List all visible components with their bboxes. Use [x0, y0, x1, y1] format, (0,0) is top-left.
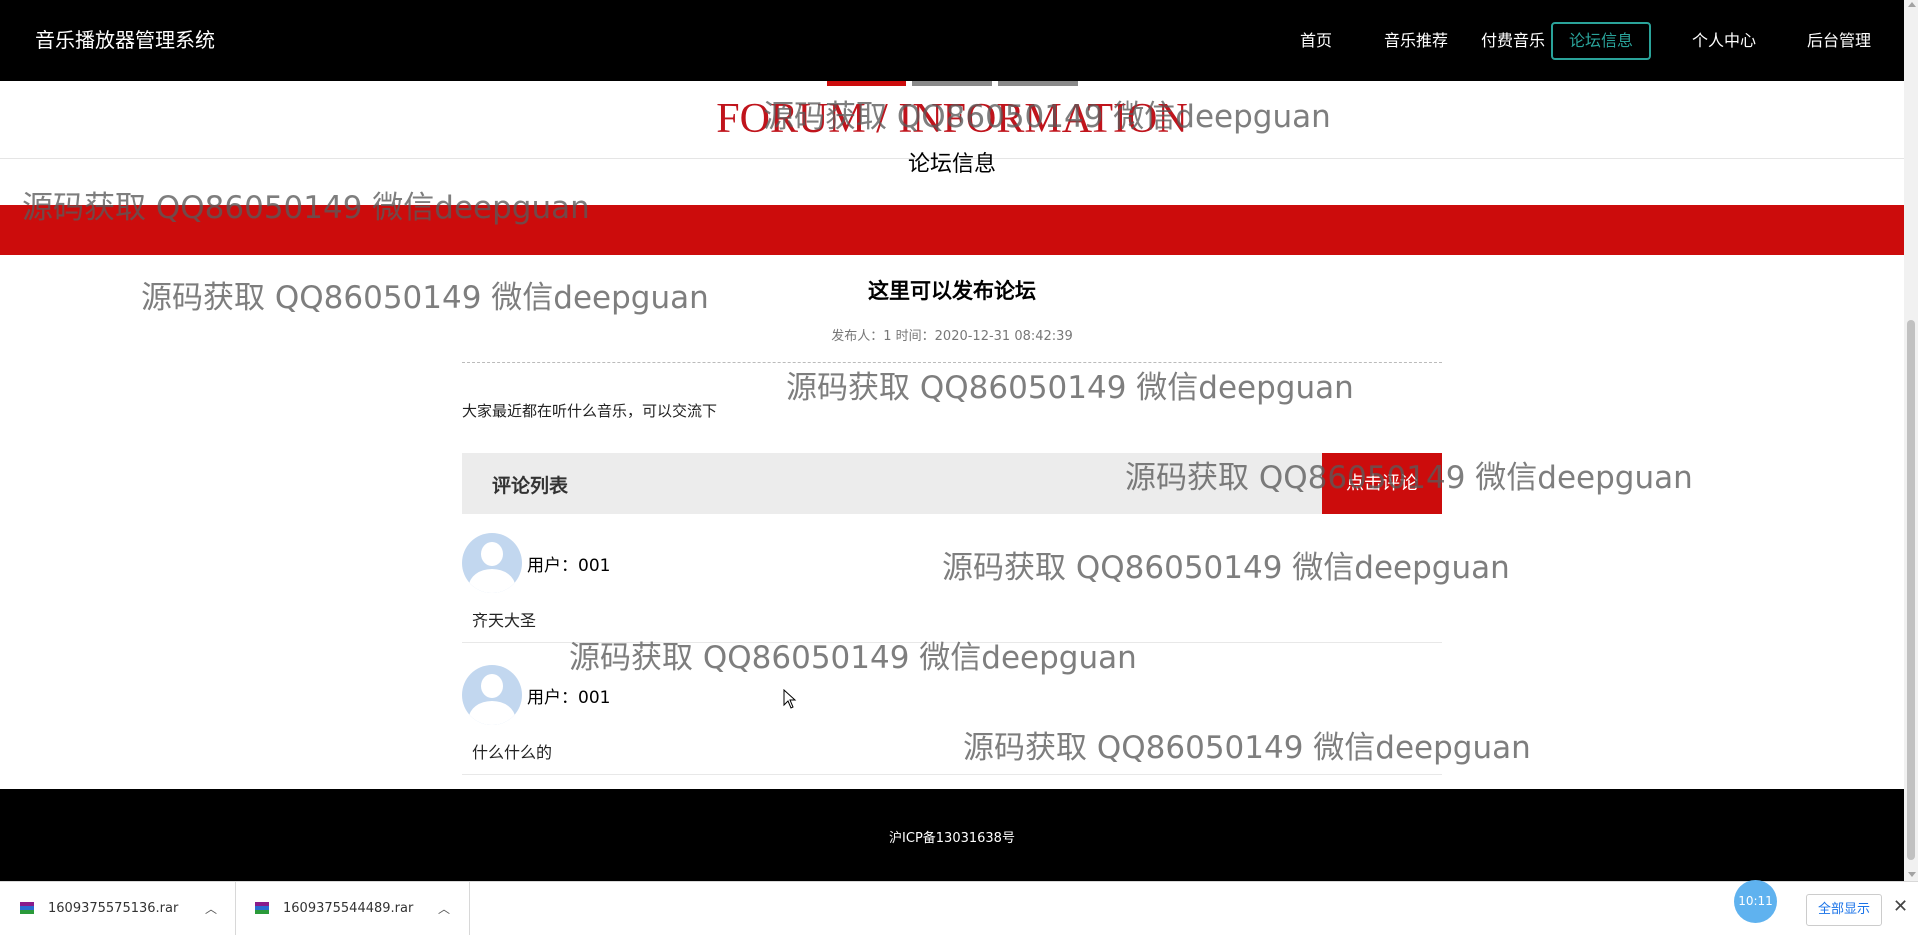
page-footer: 沪ICP备13031638号 — [0, 789, 1904, 881]
download-item[interactable]: 1609375575136.rar ︿ — [0, 882, 236, 935]
add-comment-button[interactable]: 点击评论 — [1322, 453, 1442, 514]
download-filename: 1609375575136.rar — [48, 901, 179, 916]
icp-record[interactable]: 沪ICP备13031638号 — [0, 827, 1904, 846]
comment-text: 齐天大圣 — [472, 611, 537, 630]
slider-tab-active[interactable] — [827, 81, 906, 86]
user-avatar-icon — [462, 533, 522, 593]
watermark: 源码获取 QQ86050149 微信deepguan — [786, 370, 1354, 406]
comment-user: 用户：001 — [527, 556, 611, 576]
section-title-en: FORUM / INFORMATION — [716, 96, 1188, 142]
scroll-down-icon[interactable] — [1908, 872, 1916, 877]
section-title-cn: 论坛信息 — [907, 152, 996, 177]
nav-admin[interactable]: 后台管理 — [1796, 22, 1882, 60]
brand-title[interactable]: 音乐播放器管理系统 — [35, 28, 215, 52]
nav-paid-music[interactable]: 付费音乐 — [1470, 22, 1556, 60]
comment-list-title: 评论列表 — [492, 475, 569, 497]
close-icon[interactable]: ✕ — [1893, 896, 1908, 917]
show-all-downloads-button[interactable]: 全部显示 — [1806, 894, 1882, 926]
slider-tab[interactable] — [998, 81, 1078, 86]
mouse-cursor-icon — [783, 689, 797, 709]
nav-profile[interactable]: 个人中心 — [1681, 22, 1767, 60]
post-meta: 发布人：1 时间：2020-12-31 08:42:39 — [831, 329, 1073, 344]
scroll-up-icon[interactable] — [1908, 2, 1916, 7]
nav-forum[interactable]: 论坛信息 — [1551, 22, 1651, 60]
comment-user: 用户：001 — [527, 688, 611, 708]
rar-archive-icon — [255, 902, 269, 915]
slider-tab[interactable] — [912, 81, 992, 86]
chevron-up-icon[interactable]: ︿ — [438, 900, 450, 917]
comment-list-header: 评论列表 点击评论 — [462, 453, 1442, 514]
floating-clock[interactable]: 10:11 — [1734, 880, 1777, 923]
download-item[interactable]: 1609375544489.rar ︿ — [235, 882, 470, 935]
comment-item: 用户：001 齐天大圣 — [462, 531, 1442, 643]
post-body: 大家最近都在听什么音乐，可以交流下 — [462, 402, 718, 420]
download-shelf: 1609375575136.rar ︿ 1609375544489.rar ︿ — [0, 881, 1918, 935]
scroll-thumb[interactable] — [1907, 320, 1915, 860]
comment-text: 什么什么的 — [472, 743, 553, 762]
page-scrollbar[interactable] — [1904, 0, 1918, 881]
nav-home[interactable]: 首页 — [1287, 22, 1345, 60]
download-filename: 1609375544489.rar — [283, 901, 414, 916]
rar-archive-icon — [20, 902, 34, 915]
nav-music-recommend[interactable]: 音乐推荐 — [1373, 22, 1459, 60]
user-avatar-icon — [462, 665, 522, 725]
top-navbar: 音乐播放器管理系统 首页 音乐推荐 付费音乐 论坛信息 个人中心 后台管理 — [0, 0, 1904, 81]
red-banner — [0, 205, 1904, 255]
chevron-up-icon[interactable]: ︿ — [205, 900, 217, 917]
comment-item: 用户：001 什么什么的 — [462, 663, 1442, 775]
post-title: 这里可以发布论坛 — [868, 279, 1036, 303]
divider — [462, 362, 1442, 363]
